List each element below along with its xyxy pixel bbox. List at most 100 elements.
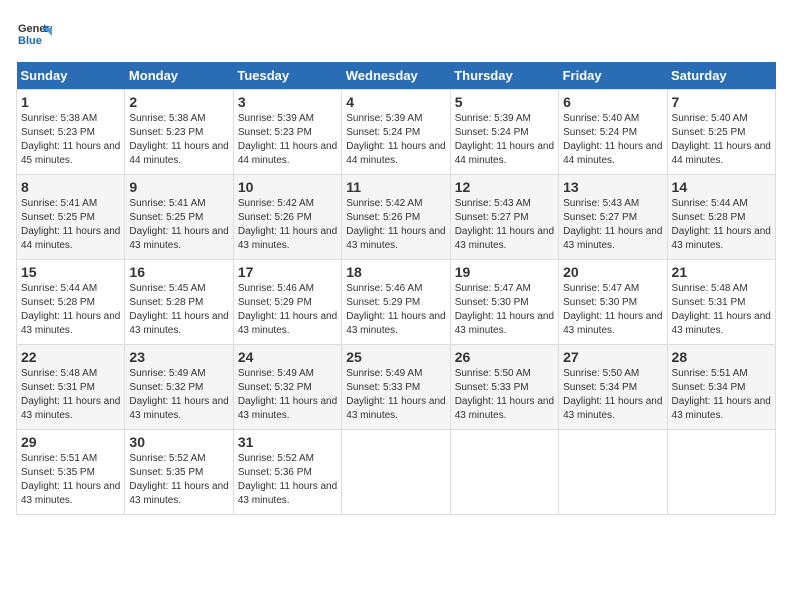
calendar-week-row: 1 Sunrise: 5:38 AMSunset: 5:23 PMDaylight… xyxy=(17,90,776,175)
logo-icon: General Blue xyxy=(16,16,52,52)
day-info: Sunrise: 5:41 AMSunset: 5:25 PMDaylight:… xyxy=(129,197,228,253)
day-info: Sunrise: 5:45 AMSunset: 5:28 PMDaylight:… xyxy=(129,282,228,338)
calendar-day-cell: 19 Sunrise: 5:47 AMSunset: 5:30 PMDayligh… xyxy=(450,260,558,345)
calendar-day-cell: 21Sunrise: 5:48 AMSunset: 5:31 PMDayligh… xyxy=(667,260,775,345)
calendar-day-cell: 12 Sunrise: 5:43 AMSunset: 5:27 PMDayligh… xyxy=(450,175,558,260)
calendar-day-cell: 22 Sunrise: 5:48 AMSunset: 5:31 PMDayligh… xyxy=(17,345,125,430)
day-info: Sunrise: 5:48 AMSunset: 5:31 PMDaylight:… xyxy=(672,282,771,338)
day-number: 29 xyxy=(21,434,120,450)
day-info: Sunrise: 5:39 AMSunset: 5:23 PMDaylight:… xyxy=(238,112,337,168)
empty-cell xyxy=(667,430,775,515)
day-info: Sunrise: 5:49 AMSunset: 5:33 PMDaylight:… xyxy=(346,367,445,423)
day-info: Sunrise: 5:43 AMSunset: 5:27 PMDaylight:… xyxy=(563,197,662,253)
day-info: Sunrise: 5:40 AMSunset: 5:25 PMDaylight:… xyxy=(672,112,771,168)
calendar-day-cell: 4 Sunrise: 5:39 AMSunset: 5:24 PMDaylight… xyxy=(342,90,450,175)
day-info: Sunrise: 5:41 AMSunset: 5:25 PMDaylight:… xyxy=(21,197,120,253)
header-tuesday: Tuesday xyxy=(233,62,341,90)
day-info: Sunrise: 5:46 AMSunset: 5:29 PMDaylight:… xyxy=(238,282,337,338)
svg-text:Blue: Blue xyxy=(18,35,42,47)
day-info: Sunrise: 5:51 AMSunset: 5:35 PMDaylight:… xyxy=(21,452,120,508)
calendar-day-cell: 1 Sunrise: 5:38 AMSunset: 5:23 PMDaylight… xyxy=(17,90,125,175)
day-info: Sunrise: 5:43 AMSunset: 5:27 PMDaylight:… xyxy=(455,197,554,253)
day-info: Sunrise: 5:42 AMSunset: 5:26 PMDaylight:… xyxy=(346,197,445,253)
day-info: Sunrise: 5:44 AMSunset: 5:28 PMDaylight:… xyxy=(672,197,771,253)
day-number: 16 xyxy=(129,264,228,280)
calendar-day-cell: 5 Sunrise: 5:39 AMSunset: 5:24 PMDaylight… xyxy=(450,90,558,175)
calendar-day-cell: 8 Sunrise: 5:41 AMSunset: 5:25 PMDaylight… xyxy=(17,175,125,260)
calendar-week-row: 22 Sunrise: 5:48 AMSunset: 5:31 PMDayligh… xyxy=(17,345,776,430)
day-info: Sunrise: 5:52 AMSunset: 5:36 PMDaylight:… xyxy=(238,452,337,508)
day-number: 24 xyxy=(238,349,337,365)
day-info: Sunrise: 5:38 AMSunset: 5:23 PMDaylight:… xyxy=(21,112,120,168)
day-number: 19 xyxy=(455,264,554,280)
calendar-week-row: 8 Sunrise: 5:41 AMSunset: 5:25 PMDaylight… xyxy=(17,175,776,260)
day-number: 27 xyxy=(563,349,662,365)
calendar-day-cell: 11Sunrise: 5:42 AMSunset: 5:26 PMDayligh… xyxy=(342,175,450,260)
day-number: 1 xyxy=(21,94,120,110)
day-info: Sunrise: 5:39 AMSunset: 5:24 PMDaylight:… xyxy=(455,112,554,168)
day-number: 6 xyxy=(563,94,662,110)
calendar-day-cell: 2 Sunrise: 5:38 AMSunset: 5:23 PMDaylight… xyxy=(125,90,233,175)
header-wednesday: Wednesday xyxy=(342,62,450,90)
day-number: 23 xyxy=(129,349,228,365)
calendar-day-cell: 14 Sunrise: 5:44 AMSunset: 5:28 PMDayligh… xyxy=(667,175,775,260)
day-number: 22 xyxy=(21,349,120,365)
calendar-day-cell: 31Sunrise: 5:52 AMSunset: 5:36 PMDayligh… xyxy=(233,430,341,515)
day-number: 2 xyxy=(129,94,228,110)
calendar-day-cell: 23 Sunrise: 5:49 AMSunset: 5:32 PMDayligh… xyxy=(125,345,233,430)
day-number: 20 xyxy=(563,264,662,280)
calendar-day-cell: 29 Sunrise: 5:51 AMSunset: 5:35 PMDayligh… xyxy=(17,430,125,515)
calendar-header-row: SundayMondayTuesdayWednesdayThursdayFrid… xyxy=(17,62,776,90)
header-thursday: Thursday xyxy=(450,62,558,90)
day-number: 3 xyxy=(238,94,337,110)
day-info: Sunrise: 5:47 AMSunset: 5:30 PMDaylight:… xyxy=(455,282,554,338)
calendar-day-cell: 27 Sunrise: 5:50 AMSunset: 5:34 PMDayligh… xyxy=(559,345,667,430)
calendar-day-cell: 24 Sunrise: 5:49 AMSunset: 5:32 PMDayligh… xyxy=(233,345,341,430)
day-number: 10 xyxy=(238,179,337,195)
day-info: Sunrise: 5:48 AMSunset: 5:31 PMDaylight:… xyxy=(21,367,120,423)
day-number: 8 xyxy=(21,179,120,195)
day-number: 15 xyxy=(21,264,120,280)
day-info: Sunrise: 5:49 AMSunset: 5:32 PMDaylight:… xyxy=(238,367,337,423)
day-info: Sunrise: 5:50 AMSunset: 5:33 PMDaylight:… xyxy=(455,367,554,423)
day-info: Sunrise: 5:38 AMSunset: 5:23 PMDaylight:… xyxy=(129,112,228,168)
day-info: Sunrise: 5:51 AMSunset: 5:34 PMDaylight:… xyxy=(672,367,771,423)
calendar-day-cell: 25 Sunrise: 5:49 AMSunset: 5:33 PMDayligh… xyxy=(342,345,450,430)
calendar-day-cell: 28 Sunrise: 5:51 AMSunset: 5:34 PMDayligh… xyxy=(667,345,775,430)
calendar-day-cell: 15 Sunrise: 5:44 AMSunset: 5:28 PMDayligh… xyxy=(17,260,125,345)
header-sunday: Sunday xyxy=(17,62,125,90)
day-number: 30 xyxy=(129,434,228,450)
day-info: Sunrise: 5:52 AMSunset: 5:35 PMDaylight:… xyxy=(129,452,228,508)
calendar-day-cell: 26 Sunrise: 5:50 AMSunset: 5:33 PMDayligh… xyxy=(450,345,558,430)
day-info: Sunrise: 5:50 AMSunset: 5:34 PMDaylight:… xyxy=(563,367,662,423)
day-info: Sunrise: 5:49 AMSunset: 5:32 PMDaylight:… xyxy=(129,367,228,423)
calendar-day-cell: 10 Sunrise: 5:42 AMSunset: 5:26 PMDayligh… xyxy=(233,175,341,260)
day-number: 14 xyxy=(672,179,771,195)
day-info: Sunrise: 5:47 AMSunset: 5:30 PMDaylight:… xyxy=(563,282,662,338)
day-info: Sunrise: 5:39 AMSunset: 5:24 PMDaylight:… xyxy=(346,112,445,168)
day-info: Sunrise: 5:42 AMSunset: 5:26 PMDaylight:… xyxy=(238,197,337,253)
calendar-day-cell: 20 Sunrise: 5:47 AMSunset: 5:30 PMDayligh… xyxy=(559,260,667,345)
day-number: 4 xyxy=(346,94,445,110)
day-number: 12 xyxy=(455,179,554,195)
calendar-day-cell: 30 Sunrise: 5:52 AMSunset: 5:35 PMDayligh… xyxy=(125,430,233,515)
day-number: 17 xyxy=(238,264,337,280)
calendar-day-cell: 7 Sunrise: 5:40 AMSunset: 5:25 PMDaylight… xyxy=(667,90,775,175)
calendar-day-cell: 9 Sunrise: 5:41 AMSunset: 5:25 PMDaylight… xyxy=(125,175,233,260)
day-info: Sunrise: 5:40 AMSunset: 5:24 PMDaylight:… xyxy=(563,112,662,168)
day-number: 5 xyxy=(455,94,554,110)
day-info: Sunrise: 5:44 AMSunset: 5:28 PMDaylight:… xyxy=(21,282,120,338)
day-number: 26 xyxy=(455,349,554,365)
header-monday: Monday xyxy=(125,62,233,90)
calendar-table: SundayMondayTuesdayWednesdayThursdayFrid… xyxy=(16,62,776,515)
day-number: 28 xyxy=(672,349,771,365)
calendar-week-row: 29 Sunrise: 5:51 AMSunset: 5:35 PMDayligh… xyxy=(17,430,776,515)
day-number: 25 xyxy=(346,349,445,365)
day-number: 18 xyxy=(346,264,445,280)
calendar-day-cell: 17 Sunrise: 5:46 AMSunset: 5:29 PMDayligh… xyxy=(233,260,341,345)
day-number: 7 xyxy=(672,94,771,110)
day-number: 9 xyxy=(129,179,228,195)
logo: General Blue xyxy=(16,16,52,52)
empty-cell xyxy=(559,430,667,515)
empty-cell xyxy=(450,430,558,515)
